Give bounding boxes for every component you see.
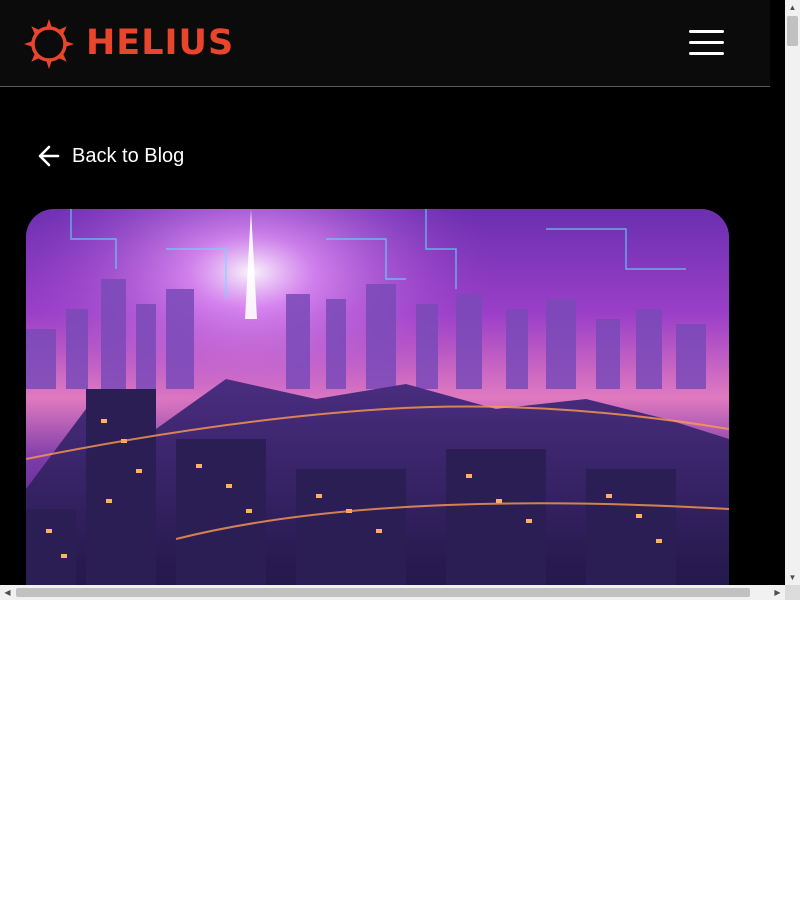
back-to-blog-link[interactable]: Back to Blog [36, 138, 184, 174]
arrow-left-icon [38, 145, 60, 167]
scroll-up-arrow-icon[interactable]: ▲ [785, 0, 800, 15]
page: HELIUS Back to Blog [0, 0, 785, 585]
scroll-down-arrow-icon[interactable]: ▼ [785, 570, 800, 585]
navbar: HELIUS [0, 0, 770, 87]
back-link-label: Back to Blog [72, 144, 185, 167]
vertical-scrollbar[interactable]: ▲ ▼ [785, 0, 800, 585]
hamburger-menu-icon[interactable] [686, 26, 726, 60]
browser-viewport: HELIUS Back to Blog ▲ ▼ ◀ ▶ [0, 0, 800, 600]
brand-wordmark[interactable]: HELIUS [86, 22, 234, 64]
scroll-left-arrow-icon[interactable]: ◀ [0, 585, 15, 600]
scroll-right-arrow-icon[interactable]: ▶ [770, 585, 785, 600]
horizontal-scrollbar[interactable]: ◀ ▶ [0, 585, 785, 600]
sun-ring-icon[interactable] [24, 19, 74, 69]
scrollbar-corner [785, 585, 800, 600]
horizontal-scrollbar-thumb[interactable] [16, 588, 750, 597]
hero-image [26, 209, 729, 585]
vertical-scrollbar-thumb[interactable] [787, 16, 798, 46]
